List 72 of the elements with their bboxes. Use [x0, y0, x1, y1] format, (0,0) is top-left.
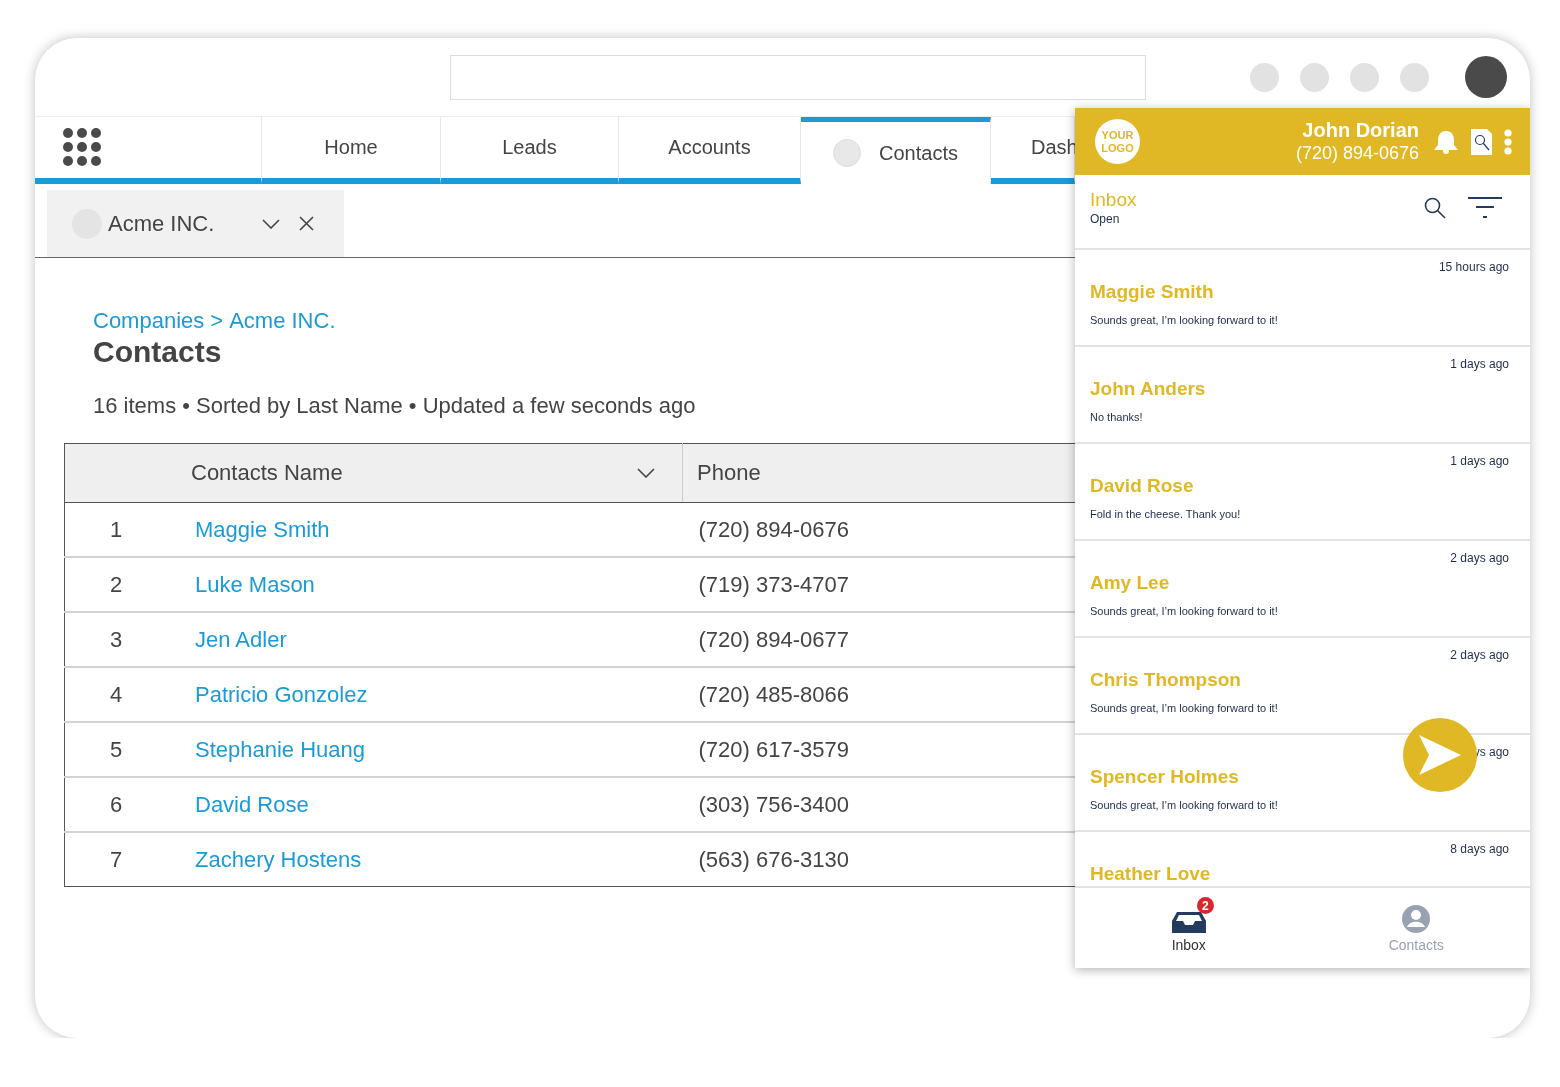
notification-badge: 2 [1196, 897, 1214, 914]
nav-tab[interactable]: Home [262, 117, 441, 184]
bottom-nav-tab[interactable]: 2 Inbox [1075, 888, 1303, 968]
inbox-title: Inbox [1090, 188, 1137, 211]
search-icon[interactable] [1424, 196, 1446, 219]
inbox-filter[interactable]: Open [1090, 210, 1137, 227]
phone-number: (720) 617-3579 [698, 736, 849, 762]
sender-name[interactable]: John Anders [1090, 377, 1509, 401]
sender-name[interactable]: David Rose [1090, 474, 1509, 498]
message-time: 8 days ago [1450, 842, 1509, 856]
contact-name-link[interactable]: Jen Adler [195, 626, 287, 652]
close-icon[interactable] [299, 216, 314, 231]
send-icon [1419, 735, 1461, 775]
phone-number: (303) 756-3400 [698, 791, 849, 817]
address-field[interactable] [450, 54, 1146, 100]
person-icon [1402, 905, 1431, 933]
column-header[interactable]: Contacts Name [191, 460, 343, 486]
list-summary: 16 items • Sorted by Last Name • Updated a few seconds ago [93, 393, 696, 419]
apps-icon[interactable] [63, 128, 102, 167]
nav-tab[interactable]: Contacts [801, 117, 991, 184]
row-number: 2 [109, 571, 123, 597]
message-preview: Sounds great, I’m looking forward to it! [1090, 798, 1279, 812]
message-time: 1 days ago [1450, 357, 1509, 371]
nav-tab[interactable]: Leads [441, 117, 619, 184]
chevron-down-icon[interactable] [262, 218, 280, 229]
avatar-icon[interactable] [1465, 56, 1507, 98]
logo: YOUR LOGO [1095, 119, 1140, 164]
row-number: 7 [109, 846, 123, 872]
message-time: 15 hours ago [1438, 260, 1509, 274]
sender-name[interactable]: Maggie Smith [1090, 280, 1509, 304]
contact-name-link[interactable]: Maggie Smith [195, 516, 330, 542]
contact-name-link[interactable]: Luke Mason [195, 571, 315, 597]
chevron-down-icon[interactable] [637, 468, 655, 478]
message-preview: No thanks! [1090, 410, 1144, 424]
user-name: John Dorian [1301, 119, 1419, 142]
column-header[interactable]: Phone [697, 460, 761, 486]
message-preview: Sounds great, I’m looking forward to it! [1090, 604, 1279, 618]
row-number: 4 [109, 681, 123, 707]
user-phone: (720) 894-0676 [1295, 142, 1419, 164]
row-number: 1 [109, 516, 123, 542]
sender-name[interactable]: Chris Thompson [1090, 668, 1509, 692]
filter-icon[interactable] [1468, 195, 1502, 220]
message-preview: Sounds great, I’m looking forward to it! [1090, 701, 1279, 715]
phone-number: (719) 373-4707 [698, 571, 849, 597]
document-search-icon[interactable] [1471, 128, 1492, 155]
phone-number: (720) 485-8066 [698, 681, 849, 707]
record-tab[interactable]: Acme INC. [47, 190, 344, 257]
breadcrumb-link[interactable]: Acme INC. [229, 308, 336, 334]
bottom-nav-tab[interactable]: Contacts [1302, 888, 1530, 968]
contact-name-link[interactable]: Patricio Gonzolez [195, 681, 368, 707]
phone-number: (563) 676-3130 [698, 846, 849, 872]
row-number: 6 [109, 791, 123, 817]
row-number: 5 [109, 736, 123, 762]
circle-icon [833, 139, 862, 167]
sender-name[interactable]: Amy Lee [1090, 571, 1509, 595]
sender-name[interactable]: Spencer Holmes [1090, 765, 1509, 789]
message-preview: Fold in the cheese. Thank you! [1090, 507, 1242, 521]
row-number: 3 [109, 626, 123, 652]
message-time: 2 days ago [1450, 648, 1509, 662]
phone-number: (720) 894-0676 [698, 516, 849, 542]
phone-number: (720) 894-0677 [698, 626, 849, 652]
contact-name-link[interactable]: Stephanie Huang [195, 736, 366, 762]
breadcrumb-separator: > [210, 308, 224, 334]
message-preview: Sounds great, I’m looking forward to it! [1090, 313, 1279, 327]
contact-name-link[interactable]: Zachery Hostens [195, 846, 362, 872]
message-time: 2 days ago [1450, 551, 1509, 565]
inbox-tray-icon [1171, 911, 1206, 933]
contact-name-link[interactable]: David Rose [195, 791, 309, 817]
message-time: 1 days ago [1450, 454, 1509, 468]
breadcrumb-link[interactable]: Companies [93, 308, 205, 334]
sender-name[interactable]: Heather Love [1090, 862, 1509, 886]
page-title: Contacts [93, 334, 222, 370]
